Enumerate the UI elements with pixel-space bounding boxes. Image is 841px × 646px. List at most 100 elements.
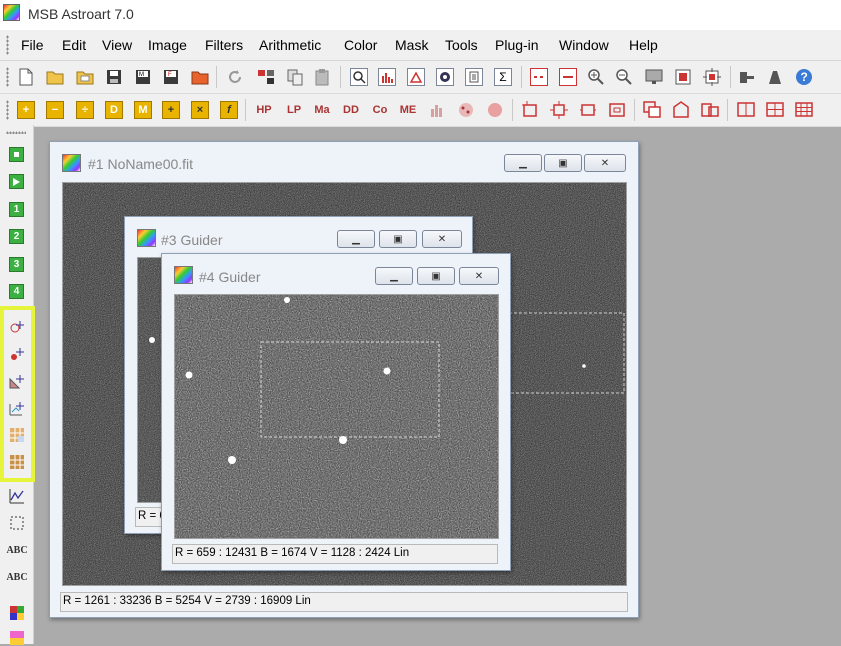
menu-image[interactable]: Image xyxy=(148,37,187,53)
menu-arithmetic[interactable]: Arithmetic xyxy=(259,37,321,53)
function-op-icon[interactable]: f xyxy=(220,101,238,119)
shape-icon[interactable] xyxy=(672,101,690,119)
menu-mask[interactable]: Mask xyxy=(395,37,428,53)
highpass-button[interactable]: HP xyxy=(253,101,275,119)
text-color-tool-button[interactable]: ABC xyxy=(6,570,28,585)
color-palette-icon[interactable] xyxy=(9,605,24,620)
lowpass-button[interactable]: LP xyxy=(283,101,305,119)
dots-icon[interactable] xyxy=(457,101,475,119)
status-bar: R = 659 : 12431 B = 1674 V = 1128 : 2424… xyxy=(172,544,498,564)
zoom-fit-icon[interactable] xyxy=(257,68,275,86)
subtract-op-icon[interactable]: − xyxy=(46,101,64,119)
preset-4-button[interactable]: 4 xyxy=(9,284,24,299)
grid-9-icon[interactable] xyxy=(795,101,813,119)
menu-filters[interactable]: Filters xyxy=(205,37,243,53)
highlight-box xyxy=(0,306,35,482)
menu-tools[interactable]: Tools xyxy=(445,37,478,53)
monitor-icon[interactable] xyxy=(645,68,663,86)
close-button[interactable]: ✕ xyxy=(584,154,626,172)
text-tool-button[interactable]: ABC xyxy=(6,543,28,558)
magnify-icon[interactable] xyxy=(350,68,368,86)
menu-color[interactable]: Color xyxy=(344,37,377,53)
open-icon[interactable] xyxy=(46,68,64,86)
plus-box-icon[interactable]: + xyxy=(162,101,180,119)
preset-3-button[interactable]: 3 xyxy=(9,257,24,272)
save-all-icon[interactable]: F xyxy=(162,68,180,86)
maximize-button[interactable]: ▣ xyxy=(544,154,582,172)
app-title: MSB Astroart 7.0 xyxy=(28,6,134,22)
window-cascade-icon[interactable] xyxy=(559,68,577,86)
menu-view[interactable]: View xyxy=(102,37,132,53)
toolbar2-grip[interactable] xyxy=(6,100,9,120)
profile-icon[interactable] xyxy=(9,488,24,503)
window-title: #3 Guider xyxy=(161,232,223,248)
toolbar-grip[interactable] xyxy=(6,67,9,87)
window-tile-icon[interactable] xyxy=(530,68,548,86)
maximize-button[interactable]: ▣ xyxy=(379,230,417,248)
rectangle-select-icon[interactable] xyxy=(9,515,24,530)
save-as-icon[interactable]: M xyxy=(134,68,152,86)
add-op-icon[interactable]: + xyxy=(17,101,35,119)
paste-icon[interactable] xyxy=(313,68,331,86)
maximize-button[interactable]: ▣ xyxy=(417,267,455,285)
crop-icon[interactable] xyxy=(703,68,721,86)
svg-text:?: ? xyxy=(801,70,808,84)
refresh-icon[interactable] xyxy=(226,68,244,86)
minimize-button[interactable]: ▁ xyxy=(504,154,542,172)
ddp-button[interactable]: DD xyxy=(340,101,362,119)
image-canvas[interactable] xyxy=(174,294,499,539)
menu-file[interactable]: File xyxy=(21,37,44,53)
close-button[interactable]: ✕ xyxy=(459,267,499,285)
divide-op-icon[interactable]: ÷ xyxy=(76,101,94,119)
play-button[interactable] xyxy=(9,174,24,189)
contrast-button[interactable]: Co xyxy=(369,101,391,119)
preset-2-button[interactable]: 2 xyxy=(9,229,24,244)
folder-icon[interactable] xyxy=(191,68,209,86)
window-image-icon xyxy=(174,266,193,284)
grid-4-icon[interactable] xyxy=(766,101,784,119)
stop-button[interactable] xyxy=(9,147,24,162)
open-folder-icon[interactable] xyxy=(76,68,94,86)
bars-icon[interactable] xyxy=(428,101,446,119)
telescope-icon[interactable] xyxy=(738,68,756,86)
rotate-icon[interactable] xyxy=(550,101,568,119)
new-file-icon[interactable] xyxy=(17,68,35,86)
menu-edit[interactable]: Edit xyxy=(62,37,86,53)
target-icon[interactable] xyxy=(436,68,454,86)
histogram-icon[interactable] xyxy=(378,68,396,86)
save-icon[interactable] xyxy=(105,68,123,86)
minimize-button[interactable]: ▁ xyxy=(375,267,413,285)
mosaic-icon[interactable] xyxy=(643,101,661,119)
frame-center-icon[interactable] xyxy=(674,68,692,86)
graph-icon[interactable] xyxy=(407,68,425,86)
zoom-out-icon[interactable] xyxy=(615,68,633,86)
median-button[interactable]: ME xyxy=(397,101,419,119)
minimize-button[interactable]: ▁ xyxy=(337,230,375,248)
grid-2-icon[interactable] xyxy=(737,101,755,119)
rotate-left-icon[interactable] xyxy=(521,101,539,119)
document-icon[interactable] xyxy=(465,68,483,86)
flip-icon[interactable] xyxy=(608,101,626,119)
color-palette-2-icon[interactable] xyxy=(9,630,24,645)
window-title: #4 Guider xyxy=(199,269,261,285)
menu-help[interactable]: Help xyxy=(629,37,658,53)
dark-op-icon[interactable]: D xyxy=(105,101,123,119)
copy-icon[interactable] xyxy=(286,68,304,86)
zoom-in-icon[interactable] xyxy=(587,68,605,86)
help-icon[interactable]: ? xyxy=(795,68,813,86)
maximum-button[interactable]: Ma xyxy=(311,101,333,119)
menu-window[interactable]: Window xyxy=(559,37,609,53)
menu-plugin[interactable]: Plug-in xyxy=(495,37,539,53)
multiply-op-icon[interactable]: M xyxy=(134,101,152,119)
sum-icon[interactable]: Σ xyxy=(494,68,512,86)
noise-icon[interactable] xyxy=(486,101,504,119)
menu-grip[interactable] xyxy=(6,35,9,55)
left-toolbar-grip[interactable] xyxy=(6,131,26,134)
image-window-4[interactable]: #4 Guider ▁ ▣ ✕ R = 659 : 12431 B = 1674… xyxy=(161,253,511,571)
align-icon[interactable] xyxy=(701,101,719,119)
camera-icon[interactable] xyxy=(766,68,784,86)
preset-1-button[interactable]: 1 xyxy=(9,202,24,217)
times-box-icon[interactable]: × xyxy=(191,101,209,119)
resize-icon[interactable] xyxy=(579,101,597,119)
close-button[interactable]: ✕ xyxy=(422,230,462,248)
